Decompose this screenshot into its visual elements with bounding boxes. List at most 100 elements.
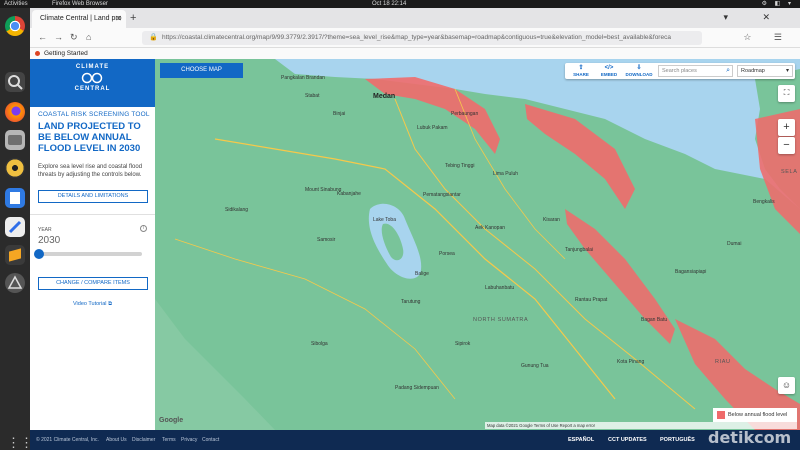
embed-label: EMBED (600, 72, 618, 77)
place-label: Samosir (317, 237, 336, 243)
close-tab-icon[interactable]: ✕ (115, 14, 122, 23)
chevron-down-icon: ▾ (785, 68, 789, 74)
page-title: LAND PROJECTED TO BE BELOW ANNUAL FLOOD … (38, 121, 141, 154)
place-label: Bengkalis (753, 199, 775, 205)
place-label: Lima Puluh (493, 171, 519, 177)
download-label: DOWNLOAD (625, 72, 653, 77)
watermark: detikcom (708, 428, 792, 447)
zoom-out-button[interactable]: − (778, 137, 795, 154)
window-controls[interactable]: ▾ ✕ (723, 12, 786, 23)
footer-link-privacy[interactable]: Privacy (181, 437, 197, 443)
clock[interactable]: Oct 18 22:14 (372, 0, 406, 8)
tab-strip: Climate Central | Land pro ✕ + ▾ ✕ (30, 8, 800, 28)
place-label: Kisaran (543, 217, 560, 223)
toolbar-icons[interactable]: ☆ ☰ (743, 32, 792, 43)
rhythmbox-icon[interactable] (5, 158, 25, 178)
external-link-icon: ⧉ (108, 301, 112, 307)
place-label: Dumai (727, 241, 742, 247)
chrome-icon[interactable] (5, 16, 25, 36)
files-icon[interactable] (5, 130, 25, 150)
show-apps-icon[interactable]: ⋮⋮⋮ (7, 436, 46, 450)
region-label: RIAU (715, 359, 731, 365)
year-slider-thumb[interactable] (34, 249, 44, 259)
footer-cct-updates[interactable]: CCT UPDATES (608, 437, 647, 443)
bookmarks-bar: Getting Started (30, 48, 800, 59)
description: Explore sea level rise and coastal flood… (38, 164, 143, 178)
download-icon: ⇩ (636, 65, 642, 71)
divider (30, 214, 155, 215)
dock: ⋮⋮⋮ (0, 8, 46, 450)
compare-button[interactable]: CHANGE / COMPARE ITEMS (38, 277, 148, 290)
footer-espanol[interactable]: ESPAÑOL (568, 437, 594, 443)
place-label: Bagan Batu (641, 317, 668, 323)
legend-label: Below annual flood level (728, 412, 788, 418)
legend-swatch (717, 411, 725, 419)
tool-eyebrow: COASTAL RISK SCREENING TOOL (38, 111, 150, 118)
footer-link-about[interactable]: About Us (106, 437, 127, 443)
place-label: Labuhanbatu (485, 285, 515, 291)
footer-link-contact[interactable]: Contact (202, 437, 219, 443)
home-icon[interactable]: ⌂ (86, 32, 91, 42)
app-menu[interactable]: Firefox Web Browser (52, 0, 108, 8)
pegman-icon[interactable]: ☺ (778, 377, 795, 394)
embed-button[interactable]: </> EMBED (595, 65, 623, 77)
search-icon[interactable] (5, 72, 25, 92)
activities-button[interactable]: Activities (4, 0, 28, 8)
sublime-icon[interactable] (5, 245, 25, 265)
lock-icon: 🔒 (149, 34, 158, 41)
footer-link-disclaimer[interactable]: Disclaimer (132, 437, 155, 443)
firefox-bookmark-icon (35, 51, 40, 56)
back-icon[interactable]: ← (38, 32, 47, 42)
zoom-in-button[interactable]: + (778, 119, 795, 136)
text-editor-icon[interactable] (5, 217, 25, 237)
logo-mark-icon (81, 72, 103, 84)
map-view[interactable]: CHOOSE MAP ⇪ SHARE </> EMBED ⇩ DOWNLOAD Sea… (155, 59, 800, 430)
footer-portugues[interactable]: PORTUGUÊS (660, 437, 695, 443)
place-label: Kota Pinang (617, 359, 645, 365)
browser-window: Climate Central | Land pro ✕ + ▾ ✕ ← → ↻… (30, 8, 800, 450)
magnifier-icon[interactable]: ⌕ (726, 67, 730, 75)
year-value: 2030 (38, 235, 61, 246)
place-label: Aek Kanopan (475, 225, 506, 231)
tab-title: Climate Central | Land pro (40, 15, 122, 22)
basemap-value: Roadmap (741, 68, 765, 74)
video-tutorial-link[interactable]: Video Tutorial ⧉ (30, 301, 155, 308)
place-label: Balige (415, 271, 429, 277)
address-bar[interactable]: 🔒 https://coastal.climatecentral.org/map… (142, 31, 702, 45)
climate-central-logo[interactable]: CLIMATE CENTRAL (30, 59, 155, 107)
place-label: Rantau Prapat (575, 297, 608, 303)
choose-map-button[interactable]: CHOOSE MAP (160, 63, 243, 78)
bookmark-getting-started[interactable]: Getting Started (44, 50, 88, 57)
place-label: Padang Sidempuan (395, 385, 439, 391)
year-slider-track[interactable] (38, 252, 142, 256)
place-label: Pematangsiantar (423, 192, 461, 198)
forward-icon[interactable]: → (54, 32, 63, 42)
fullscreen-button[interactable]: ⛶ (778, 85, 795, 102)
map-toolbar: ⇪ SHARE </> EMBED ⇩ DOWNLOAD Search places ⌕… (565, 63, 795, 79)
info-icon[interactable]: i (140, 225, 147, 232)
place-label: Mount Sinabung (305, 187, 342, 193)
trash-icon[interactable] (5, 273, 25, 293)
details-button[interactable]: DETAILS AND LIMITATIONS (38, 190, 148, 203)
basemap-select[interactable]: Roadmap ▾ (737, 65, 793, 77)
share-button[interactable]: ⇪ SHARE (567, 65, 595, 77)
tab-climate-central[interactable]: Climate Central | Land pro ✕ (32, 10, 126, 28)
share-icon: ⇪ (578, 65, 584, 71)
place-label: Medan (373, 93, 396, 100)
logo-text-bottom: CENTRAL (74, 86, 111, 92)
reload-icon[interactable]: ↻ (70, 32, 78, 43)
search-input[interactable]: Search places ⌕ (658, 65, 733, 77)
place-label: Sibolga (311, 341, 328, 347)
place-label: Porsea (439, 251, 455, 257)
firefox-icon[interactable] (5, 102, 25, 122)
year-label: YEAR (38, 227, 52, 233)
new-tab-button[interactable]: + (130, 12, 136, 24)
share-label: SHARE (573, 72, 589, 77)
system-tray[interactable]: ⚙ ◧ ▾ (762, 0, 794, 8)
footer-link-terms[interactable]: Terms (162, 437, 176, 443)
place-label: Sipirok (455, 341, 471, 347)
download-button[interactable]: ⇩ DOWNLOAD (625, 65, 653, 77)
place-label: Tebing Tinggi (445, 163, 475, 169)
document-icon[interactable] (5, 188, 25, 208)
place-label: Binjai (333, 111, 346, 117)
